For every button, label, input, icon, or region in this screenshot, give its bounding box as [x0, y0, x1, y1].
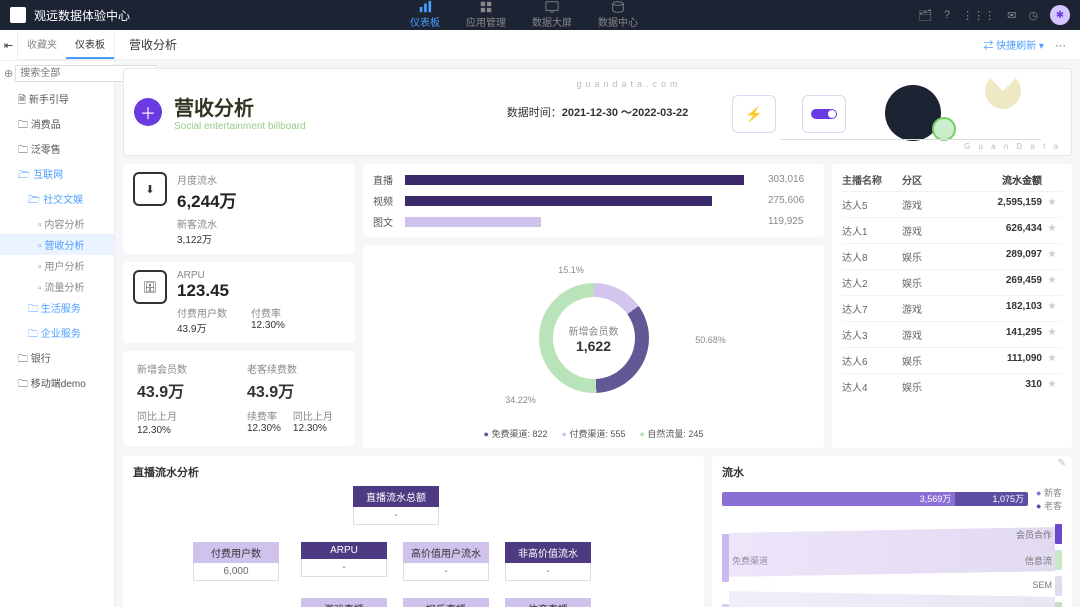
tree-item[interactable]: 🗀 银行 [0, 347, 114, 372]
toggle-icon [802, 95, 846, 133]
table-row[interactable]: 达人3游戏141,295★ [842, 321, 1062, 347]
banner: ＋ 营收分析 Social entertainment billboard gu… [123, 68, 1072, 156]
download-icon: ⬇ [133, 172, 167, 206]
date-range: 数据时间：2021-12-30 ～2022-03-22 [507, 104, 689, 120]
table-row[interactable]: 达人2娱乐269,459★ [842, 269, 1062, 295]
tree-item[interactable]: 🗁 互联网 [0, 163, 114, 188]
tree-item[interactable]: ▫ 流量分析 [0, 276, 114, 297]
avatar[interactable]: ✱ [1050, 5, 1070, 25]
more-menu[interactable]: ⋯ [1055, 40, 1066, 52]
banner-subtitle: Social entertainment billboard [174, 121, 306, 132]
table-row[interactable]: 达人4娱乐310★ [842, 373, 1062, 399]
screen-icon [545, 0, 559, 14]
metric-monthly: ⬇ 月度流水 6,244万 新客流水 3,122万 [123, 164, 355, 254]
table-row[interactable]: 达人8娱乐289,097★ [842, 243, 1062, 269]
apps-icon [479, 0, 493, 14]
app-name: 观远数据体验中心 [34, 7, 130, 24]
tree-item[interactable]: ▫ 用户分析 [0, 255, 114, 276]
help-icon[interactable]: ? [944, 9, 950, 21]
tree-item[interactable]: 🗀 移动端demo [0, 372, 114, 397]
hbar-chart: 直播303,016 视频275,606 图文119,925 [363, 164, 824, 237]
tab-boards[interactable]: 仪表板 [66, 30, 114, 59]
table-row[interactable]: 达人1游戏626,434★ [842, 217, 1062, 243]
page-title: 营收分析 [129, 36, 177, 53]
metric-arpu: 🗄 ARPU 123.45 付费用户数43.9万 付费率12.30% [123, 262, 355, 343]
tree-item[interactable]: 🗎 新手引导 [0, 88, 114, 113]
topnav-dashboard[interactable]: 仪表板 [398, 0, 452, 33]
metric-members: 新增会员数 43.9万 同比上月 12.30% 老客续费数 43.9万 续费率1… [123, 351, 355, 446]
banner-title: 营收分析 [174, 92, 306, 121]
banner-decoration: ⚡ G u a n D a t a [741, 69, 1071, 155]
message-icon[interactable]: ✉ [1007, 9, 1016, 22]
tree-item[interactable]: 🗀 企业服务 [0, 322, 114, 347]
donut-legend: 免费渠道: 822 付费渠道: 555 自然流量: 245 [373, 427, 814, 440]
chart-icon [418, 0, 432, 14]
edit-icon[interactable]: ✎ [1058, 458, 1066, 469]
tree-item[interactable]: 🗀 消费品 [0, 113, 114, 138]
topnav-data[interactable]: 数据中心 [586, 0, 650, 33]
ranking-table: 主播名称分区流水金额 达人5游戏2,595,159★ 达人1游戏626,434★… [832, 164, 1072, 448]
tree-item[interactable]: ▫ 内容分析 [0, 213, 114, 234]
tab-favorites[interactable]: 收藏夹 [18, 30, 66, 59]
grid-icon[interactable]: ⋮⋮⋮ [962, 9, 995, 22]
table-row[interactable]: 达人5游戏2,595,159★ [842, 191, 1062, 217]
tree-item[interactable]: 🗁 社交文娱 [0, 188, 114, 213]
notify-icon[interactable]: ◷ [1028, 9, 1038, 22]
sidebar: ⇤ 收藏夹 仪表板 ⊕ ⇅ ⚙ 🗎 新手引导 🗀 消费品 🗀 泛零售 🗁 互联网… [0, 30, 115, 607]
app-logo [10, 7, 26, 23]
topnav-bigscreen[interactable]: 数据大屏 [520, 0, 584, 33]
tree-item[interactable]: 🗀 泛零售 [0, 138, 114, 163]
sidebar-tree: 🗎 新手引导 🗀 消费品 🗀 泛零售 🗁 互联网 🗁 社交文娱 ▫ 内容分析 ▫… [0, 86, 114, 607]
table-row[interactable]: 达人6娱乐111,090★ [842, 347, 1062, 373]
database-icon [611, 0, 625, 14]
domain-watermark: guandata.com [576, 79, 681, 89]
top-nav: 仪表板 应用管理 数据大屏 数据中心 [398, 0, 650, 33]
tree-item[interactable]: ▫ 营收分析 [0, 234, 114, 255]
briefcase-icon: 🗄 [133, 270, 167, 304]
lightning-icon: ⚡ [732, 95, 776, 133]
quick-refresh-button[interactable]: ⇄ 快捷刷新 ▾ [983, 41, 1044, 52]
sankey-chart: 流水 ✎ 3,569万1,075万 新客老客 免费渠道 付费渠道 自然流量 会员… [712, 456, 1072, 607]
tree-item[interactable]: 🗀 生活服务 [0, 297, 114, 322]
donut-chart: 新增会员数1,622 15.1% 50.68% 34.22% 免费渠道: 822… [363, 245, 824, 448]
plus-icon: ＋ [134, 98, 162, 126]
briefcase-icon[interactable]: 🗂 [918, 9, 932, 22]
table-row[interactable]: 达人7游戏182,103★ [842, 295, 1062, 321]
top-bar: 观远数据体验中心 仪表板 应用管理 数据大屏 数据中心 🗂 ? ⋮⋮⋮ ✉ ◷ … [0, 0, 1080, 30]
add-board-button[interactable]: ⊕ [4, 67, 13, 81]
flow-analysis: 直播流水分析 直播流水总额- 付费用户数6,000 ARPU- 高价值用户流水-… [123, 456, 704, 607]
collapse-sidebar-button[interactable]: ⇤ [0, 30, 18, 60]
topnav-apps[interactable]: 应用管理 [454, 0, 518, 33]
